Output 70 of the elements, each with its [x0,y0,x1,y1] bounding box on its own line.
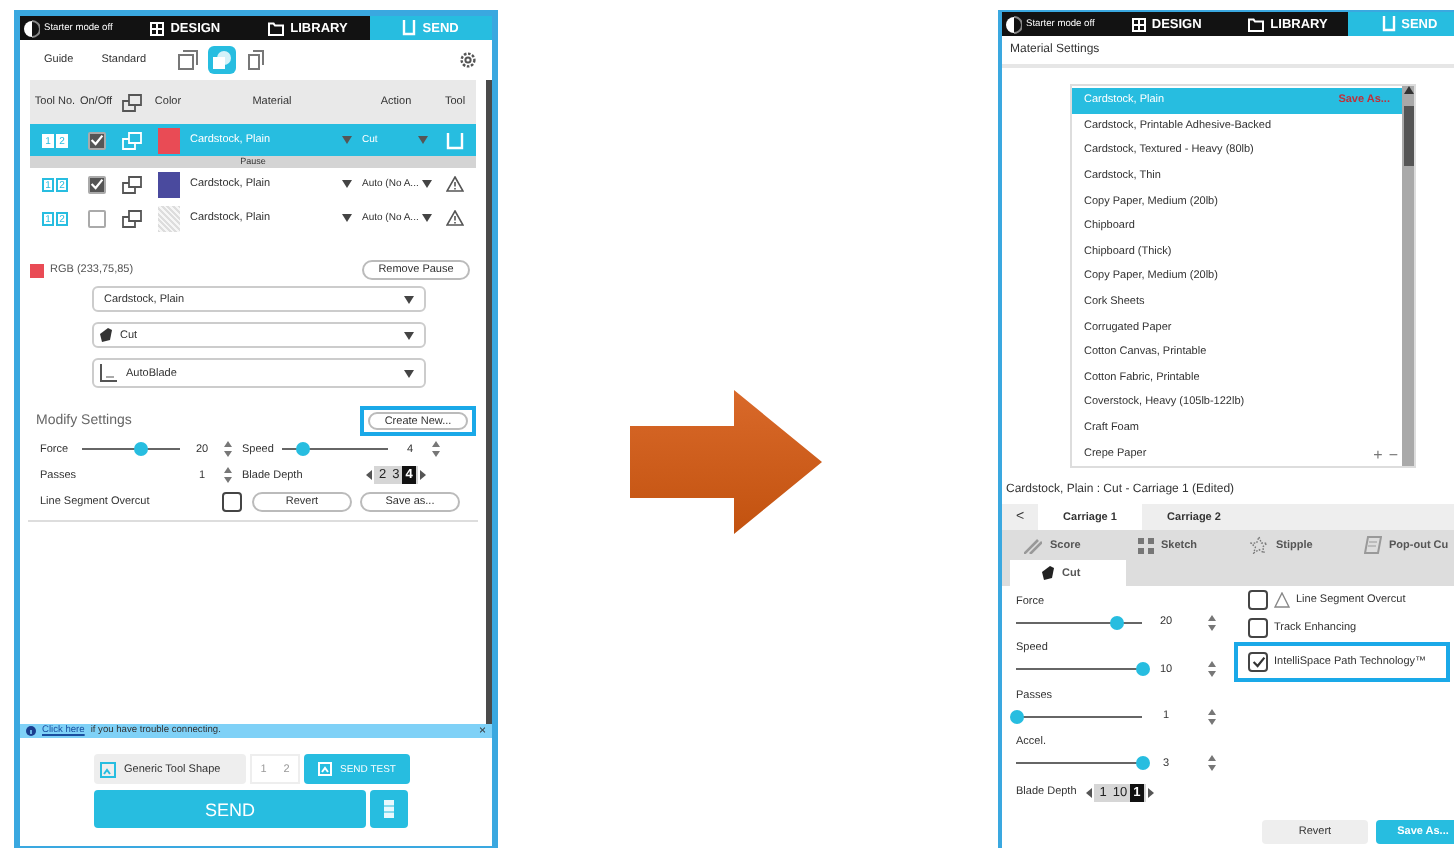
checkbox[interactable] [87,209,105,227]
spinner-icon[interactable] [432,440,440,458]
checkbox[interactable] [1248,652,1268,672]
caret-icon [404,295,414,303]
checkbox[interactable] [87,175,105,193]
color-swatch[interactable] [157,127,179,153]
triangle-icon [1274,592,1290,608]
right-arrow-icon[interactable] [1147,787,1154,797]
spinner-icon[interactable] [1208,707,1216,725]
slider-thumb[interactable] [1009,709,1023,723]
stipple-icon [1250,536,1268,554]
slider-thumb[interactable] [133,442,148,456]
toggle-icon[interactable] [1006,15,1022,33]
shapes-icon [212,50,233,70]
layers-icon [121,131,141,149]
slider-thumb[interactable] [1135,662,1149,676]
caret-icon [342,180,352,188]
left-arrow-icon[interactable] [1086,787,1093,797]
layered-pages-icon [248,50,265,70]
caret-icon [342,214,352,222]
spinner-icon[interactable] [224,466,232,484]
layers-icon [121,175,141,193]
caret-icon [342,136,352,144]
layers-icon [121,93,141,111]
caret-icon [422,214,433,222]
caret-icon [404,331,414,339]
right-arrow-icon[interactable] [419,470,426,480]
grid-icon [1131,17,1146,31]
settings-icon[interactable] [458,50,478,70]
caret-icon [422,180,433,188]
spinner-icon[interactable] [1208,613,1216,631]
sketch-icon [1137,537,1153,553]
checkbox[interactable] [1248,590,1268,610]
caret-icon [418,136,428,144]
warning-icon [446,210,464,226]
up-arrow-icon[interactable] [1403,86,1413,94]
slider-thumb[interactable] [1109,615,1124,629]
left-arrow-icon[interactable] [366,470,372,480]
check-icon [89,178,103,190]
toggle-icon[interactable] [24,19,40,37]
check-icon [1251,656,1265,668]
page-icon [1363,536,1381,554]
spinner-icon[interactable] [1208,660,1216,678]
image-icon [318,762,333,776]
layers-icon [121,209,141,227]
grid-icon [150,21,165,35]
folder-icon [268,21,285,35]
cutting-machine-icon [1381,16,1396,32]
pen-icon [1024,537,1042,553]
image-icon [100,761,116,777]
checkbox[interactable] [87,131,105,149]
list-button[interactable]: − [1388,446,1398,464]
slider-thumb[interactable] [296,442,311,456]
view-mode-button[interactable] [174,46,203,74]
spinner-icon[interactable] [1208,754,1216,772]
checkbox[interactable] [1248,618,1268,638]
slider-thumb[interactable] [1135,756,1149,770]
cutting-machine-icon [402,20,417,36]
spinner-icon[interactable] [224,440,232,458]
device-icon [384,800,394,818]
blade-housing-icon [100,364,118,382]
caret-icon [404,369,414,377]
check-icon [89,134,103,146]
scrollbar-thumb[interactable] [1403,106,1413,166]
list-button[interactable]: + [1373,446,1383,464]
folder-icon [1248,17,1265,31]
warning-icon [446,176,464,192]
pattern-swatch[interactable] [157,205,179,231]
color-swatch[interactable] [157,171,179,197]
checkbox[interactable] [222,491,242,511]
